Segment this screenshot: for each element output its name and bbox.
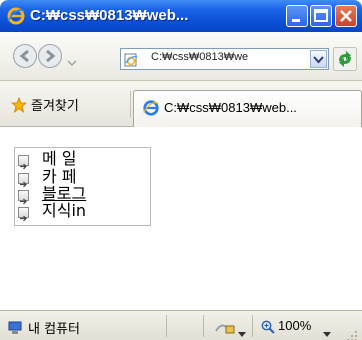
zoom-icon[interactable]: [261, 319, 275, 334]
tab-current-page[interactable]: C:₩css₩0813₩web...: [133, 90, 362, 127]
close-button[interactable]: [335, 5, 357, 27]
arrow-right-icon: [18, 155, 29, 170]
chevron-down-icon[interactable]: [67, 52, 77, 71]
protected-mode-icon[interactable]: [214, 319, 236, 335]
minimize-button[interactable]: [286, 5, 308, 27]
back-button[interactable]: [12, 43, 38, 69]
refresh-button[interactable]: [333, 47, 357, 71]
menu-item-knowledge[interactable]: 지식in: [17, 201, 147, 222]
resize-grip-icon[interactable]: [346, 327, 358, 340]
ie-icon: [142, 99, 160, 117]
security-zone-label: 내 컴퓨터: [28, 322, 80, 337]
window-title: C:₩css₩0813₩web...: [30, 7, 189, 24]
favorites-label[interactable]: 즐겨찾기: [31, 95, 79, 114]
arrow-right-icon: [18, 207, 29, 222]
address-input[interactable]: C:₩css₩0813₩we: [151, 51, 306, 63]
divider: [130, 91, 131, 117]
maximize-button[interactable]: [310, 5, 332, 27]
menu-item-label: 메 일: [42, 149, 77, 168]
arrow-right-icon: [18, 173, 29, 188]
arrow-right-icon: [18, 190, 29, 205]
divider: [203, 315, 204, 337]
address-dropdown-button[interactable]: [310, 50, 327, 68]
tab-label: C:₩css₩0813₩web...: [164, 100, 297, 115]
divider: [252, 315, 253, 337]
ie-icon: [6, 6, 26, 26]
computer-icon: [8, 320, 22, 334]
forward-button[interactable]: [37, 43, 63, 69]
chevron-down-icon[interactable]: [323, 323, 331, 340]
navigation-bar: C:₩css₩0813₩we: [0, 32, 362, 81]
page-content: 메 일 카 페 블로그 지식in: [0, 127, 362, 310]
menu-item-label: 지식in: [42, 201, 87, 220]
zoom-level-label[interactable]: 100%: [278, 318, 311, 333]
tab-bar: 즐겨찾기 C:₩css₩0813₩web...: [0, 81, 362, 127]
favorites-star-icon[interactable]: [10, 96, 28, 114]
menu-list: 메 일 카 페 블로그 지식in: [14, 147, 151, 226]
address-bar[interactable]: C:₩css₩0813₩we: [120, 48, 329, 70]
divider: [166, 315, 167, 337]
status-bar: 내 컴퓨터 100%: [0, 310, 362, 340]
chevron-down-icon[interactable]: [238, 323, 246, 340]
title-bar: C:₩css₩0813₩web...: [0, 0, 362, 32]
menu-item-mail[interactable]: 메 일: [17, 149, 147, 170]
page-icon: [124, 52, 138, 67]
